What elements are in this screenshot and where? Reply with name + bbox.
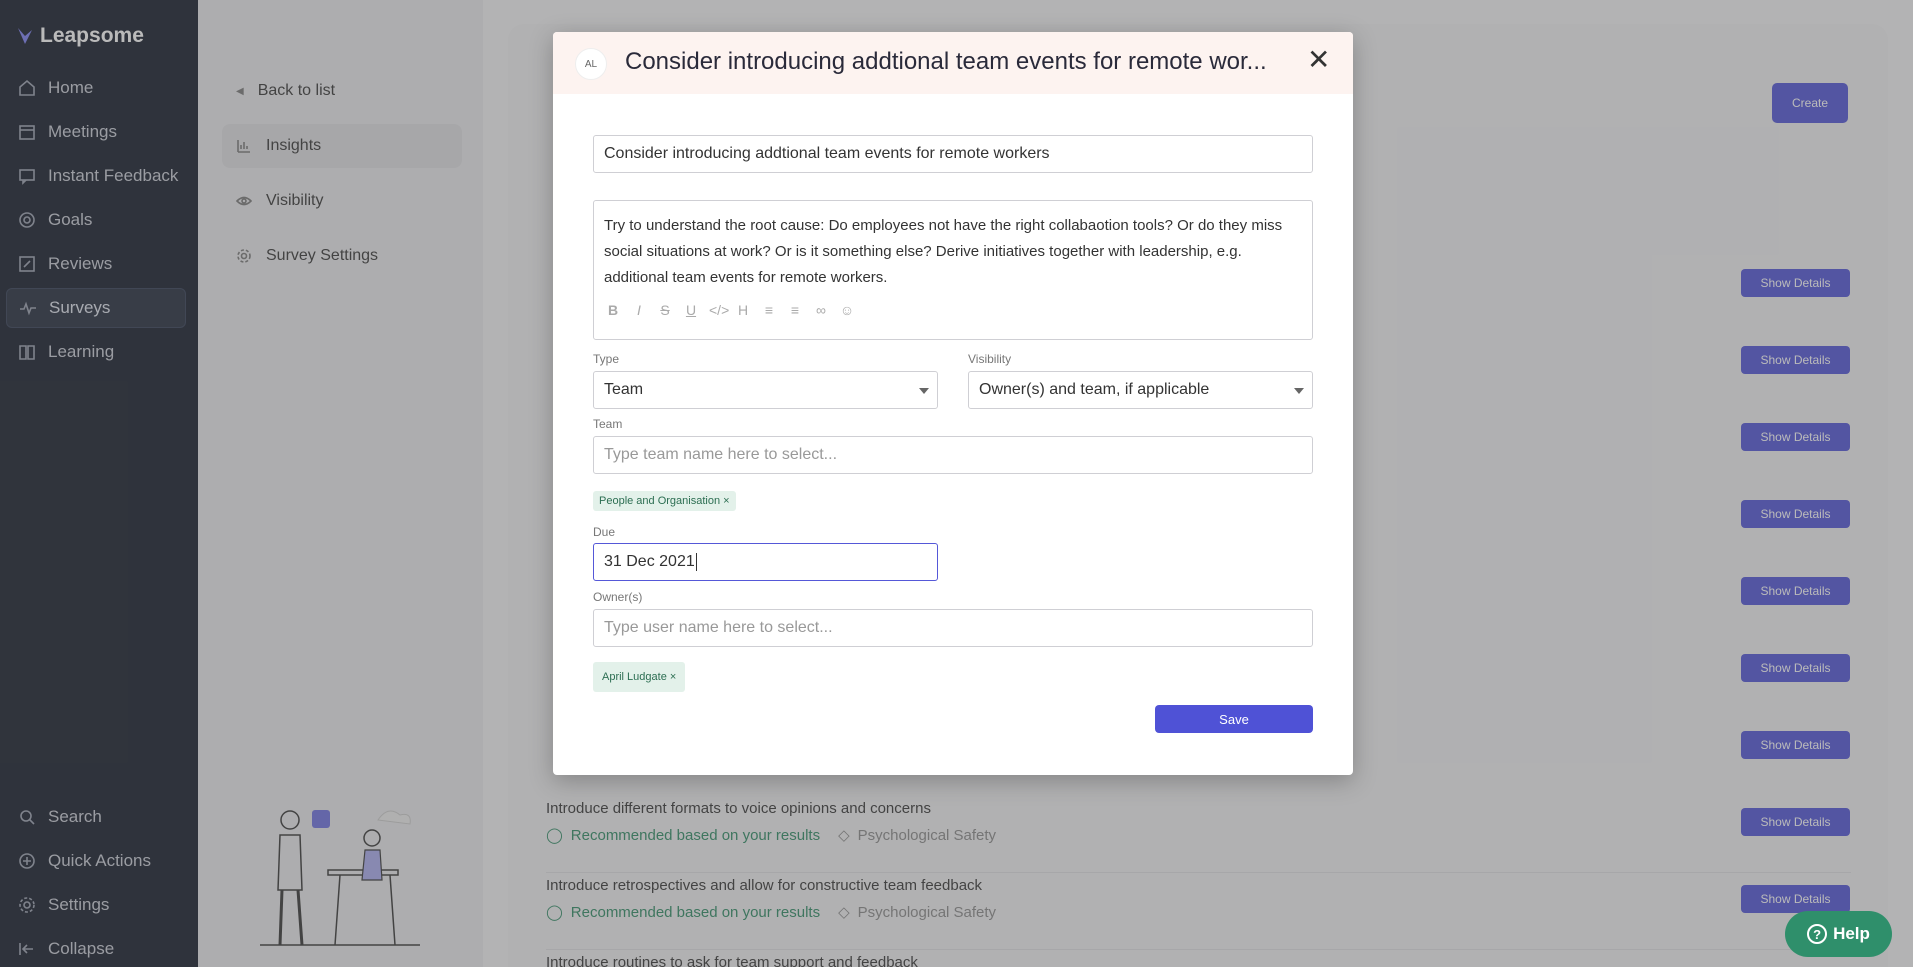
- caret-down-icon: [1294, 388, 1304, 394]
- question-icon: ?: [1807, 924, 1828, 944]
- edit-initiative-modal: AL Consider introducing addtional team e…: [553, 32, 1353, 775]
- text-cursor: [695, 553, 697, 571]
- remove-icon[interactable]: ×: [670, 671, 676, 683]
- bullet-list-icon[interactable]: ≡: [761, 302, 777, 318]
- owner-chip: April Ludgate ×: [593, 662, 686, 692]
- type-select[interactable]: Team: [593, 371, 938, 409]
- modal-header: AL Consider introducing addtional team e…: [553, 32, 1353, 94]
- avatar: AL: [575, 48, 607, 80]
- bold-icon[interactable]: B: [605, 302, 621, 318]
- owners-label: Owner(s): [593, 590, 643, 604]
- visibility-label: Visibility: [968, 352, 1012, 366]
- save-button[interactable]: Save: [1155, 705, 1313, 733]
- type-value: Team: [604, 381, 644, 398]
- description-editor[interactable]: Try to understand the root cause: Do emp…: [593, 200, 1313, 340]
- team-chip-label: People and Organisation: [599, 495, 721, 507]
- italic-icon[interactable]: I: [631, 302, 647, 318]
- caret-down-icon: [919, 388, 929, 394]
- due-date-input[interactable]: 31 Dec 2021: [593, 543, 938, 581]
- close-icon[interactable]: ✕: [1307, 46, 1330, 74]
- description-text: Try to understand the root cause: Do emp…: [604, 217, 1283, 286]
- remove-icon[interactable]: ×: [723, 495, 729, 507]
- initiative-name-input[interactable]: Consider introducing addtional team even…: [593, 135, 1313, 173]
- strikethrough-icon[interactable]: S: [657, 302, 673, 318]
- visibility-select[interactable]: Owner(s) and team, if applicable: [968, 371, 1313, 409]
- heading-icon[interactable]: H: [735, 302, 751, 318]
- owner-chip-label: April Ludgate: [602, 671, 667, 683]
- team-chip: People and Organisation ×: [593, 491, 736, 511]
- editor-toolbar: B I S U </> H ≡ ≡ ∞ ☺: [605, 302, 855, 318]
- link-icon[interactable]: ∞: [813, 302, 829, 318]
- type-label: Type: [593, 352, 620, 366]
- due-value: 31 Dec 2021: [604, 553, 695, 570]
- help-label: Help: [1833, 924, 1870, 943]
- owner-search-input[interactable]: Type user name here to select...: [593, 609, 1313, 647]
- due-label: Due: [593, 525, 616, 539]
- code-icon[interactable]: </>: [709, 302, 729, 318]
- modal-title: Consider introducing addtional team even…: [625, 48, 1267, 75]
- visibility-value: Owner(s) and team, if applicable: [979, 381, 1210, 398]
- help-button[interactable]: ? Help: [1785, 911, 1892, 957]
- emoji-icon[interactable]: ☺: [839, 302, 855, 318]
- team-label: Team: [593, 417, 623, 431]
- numbered-list-icon[interactable]: ≡: [787, 302, 803, 318]
- underline-icon[interactable]: U: [683, 302, 699, 318]
- team-search-input[interactable]: Type team name here to select...: [593, 436, 1313, 474]
